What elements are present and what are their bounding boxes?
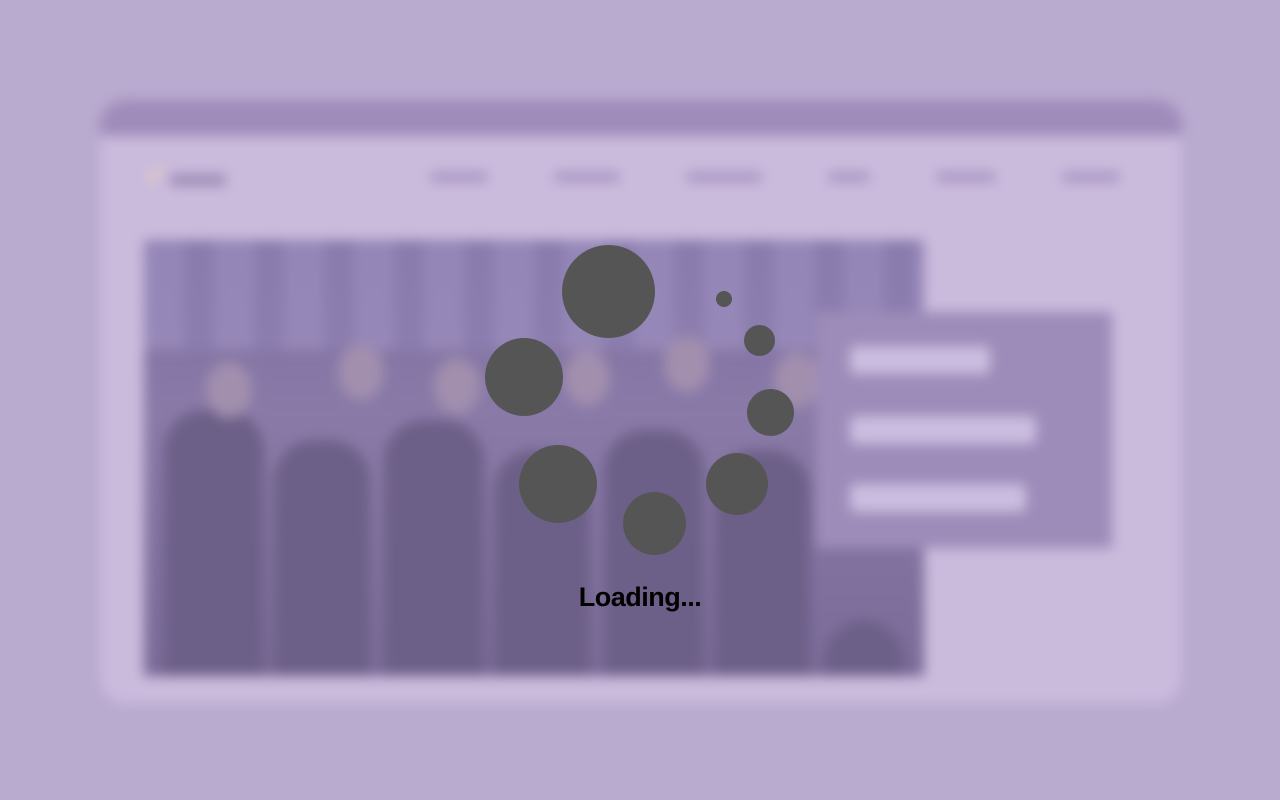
spinner-dot [716, 291, 732, 307]
loading-label: Loading... [578, 582, 702, 612]
loading-screen: Loading... [0, 0, 1280, 800]
spinner-dot [744, 325, 775, 356]
spinner-dot [485, 338, 563, 416]
spinner-dot [747, 389, 794, 436]
spinner-dot [519, 445, 597, 523]
spinner-dot [623, 492, 686, 555]
loading-spinner-icon [0, 0, 1280, 800]
spinner-dot [562, 245, 655, 338]
spinner-dot [706, 453, 768, 515]
